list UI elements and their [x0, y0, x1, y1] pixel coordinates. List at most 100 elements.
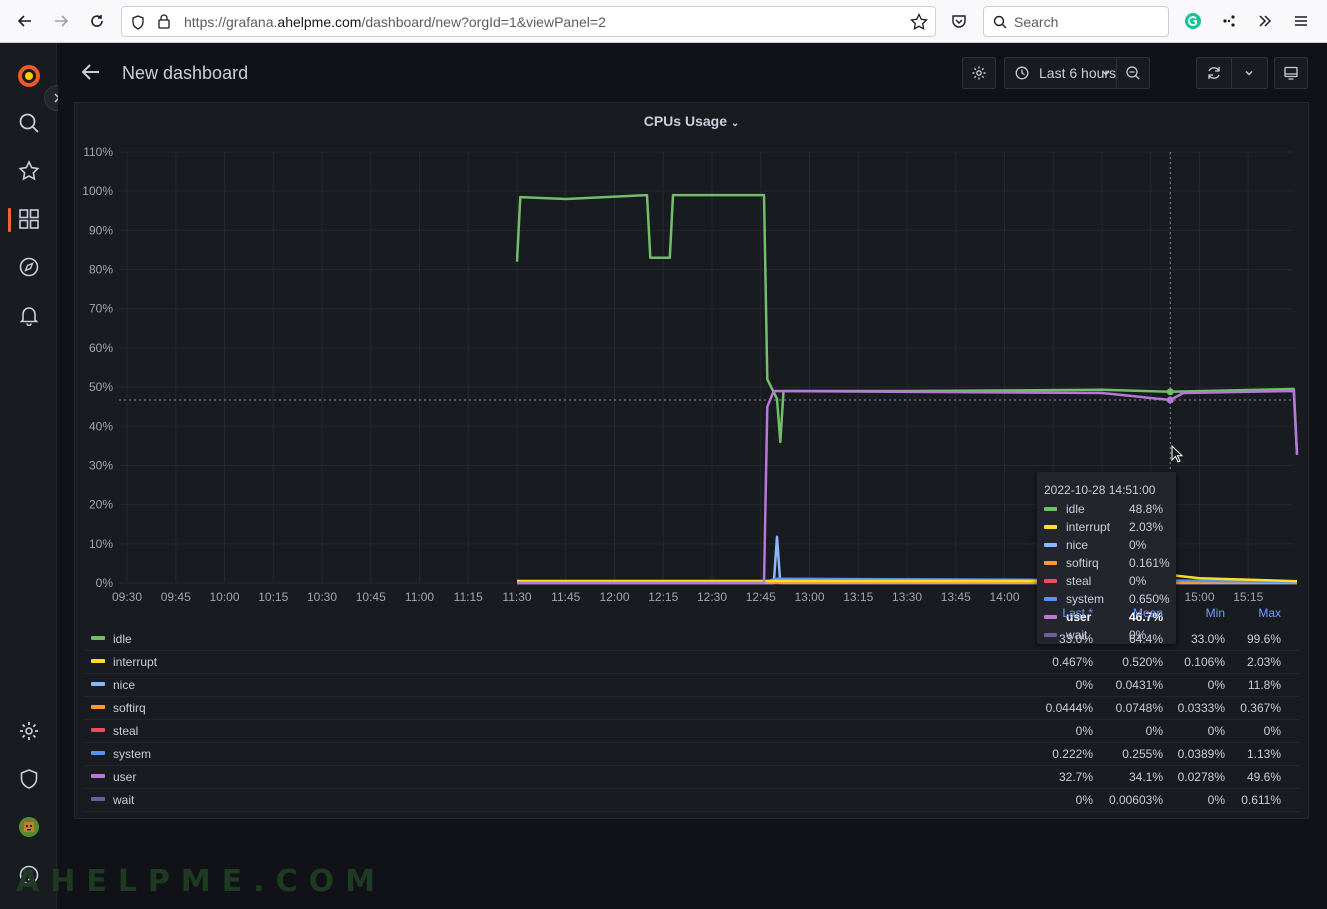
legend-min-value: 33.0%: [1190, 632, 1225, 646]
back-arrow-icon[interactable]: [12, 8, 38, 34]
x-tick-label: 10:00: [209, 590, 239, 603]
tv-mode-button[interactable]: [1274, 57, 1308, 89]
legend-series-name[interactable]: steal: [113, 724, 138, 738]
pocket-icon[interactable]: [946, 8, 972, 34]
legend-header-last[interactable]: Last *: [1015, 606, 1093, 620]
legend-series-name[interactable]: nice: [113, 678, 135, 692]
tooltip-series-value: 0.161%: [1129, 556, 1170, 570]
x-tick-label: 11:00: [405, 590, 434, 603]
legend-header-max[interactable]: Max: [1227, 606, 1281, 620]
x-tick-label: 15:00: [1184, 590, 1214, 603]
legend-row[interactable]: user 32.7% 34.1% 0.0278% 49.6%: [85, 766, 1300, 789]
grafana-logo-icon[interactable]: [14, 61, 44, 91]
series-color-swatch: [91, 636, 105, 640]
legend-max-value: 1.13%: [1246, 747, 1281, 761]
refresh-button[interactable]: [1196, 57, 1268, 89]
tooltip-row: nice 0%: [1044, 537, 1174, 555]
configuration-gear-icon[interactable]: [14, 716, 44, 746]
button-divider: [1116, 58, 1117, 88]
legend-row[interactable]: idle 33.0% 64.4% 33.0% 99.6%: [85, 628, 1300, 651]
legend-row[interactable]: nice 0% 0.0431% 0% 11.8%: [85, 674, 1300, 697]
star-bookmark-icon[interactable]: [910, 12, 928, 36]
x-tick-label: 13:30: [892, 590, 922, 603]
legend-mean-value: 64.4%: [1128, 632, 1163, 646]
legend-series-name[interactable]: user: [113, 770, 136, 784]
grammarly-extension-icon[interactable]: [1180, 8, 1206, 34]
legend-max-value: 11.8%: [1247, 678, 1281, 692]
legend-row[interactable]: interrupt 0.467% 0.520% 0.106% 2.03%: [85, 651, 1300, 674]
y-tick-label: 110%: [83, 145, 113, 159]
tooltip-time: 2022-10-28 14:51:00: [1044, 483, 1156, 497]
sync-icon: [1208, 67, 1220, 79]
legend-series-name[interactable]: system: [113, 747, 151, 761]
legend-max-value: 0.611%: [1241, 793, 1281, 807]
legend-series-name[interactable]: interrupt: [113, 655, 157, 669]
back-to-dashboard-button[interactable]: [80, 61, 102, 88]
monitor-icon: [1284, 66, 1298, 80]
legend-min-value: 0.106%: [1184, 655, 1225, 669]
legend-mean-value: 0.520%: [1122, 655, 1163, 669]
reload-icon[interactable]: [84, 8, 110, 34]
y-tick-label: 100%: [82, 184, 113, 198]
legend-max-value: 2.03%: [1246, 655, 1281, 669]
x-tick-label: 14:00: [989, 590, 1019, 603]
browser-search-box[interactable]: Search: [983, 6, 1169, 37]
legend-header-mean[interactable]: Mean: [1095, 606, 1163, 620]
legend-last-value: 0%: [1075, 678, 1093, 692]
chevron-down-icon[interactable]: [1244, 68, 1254, 78]
series-color-swatch: [1044, 543, 1057, 547]
x-tick-label: 13:00: [794, 590, 824, 603]
dashboards-icon[interactable]: [14, 204, 44, 234]
overflow-chevrons-icon[interactable]: [1252, 8, 1278, 34]
legend-min-value: 0.0389%: [1177, 747, 1225, 761]
lock-icon[interactable]: [158, 14, 170, 34]
search-placeholder: Search: [1014, 14, 1059, 30]
legend-max-value: 0%: [1263, 724, 1281, 738]
series-color-swatch: [1044, 507, 1057, 511]
starred-icon[interactable]: [14, 156, 44, 186]
alerting-bell-icon[interactable]: [14, 300, 44, 330]
tooltip-series-name: softirq: [1066, 556, 1099, 570]
time-range-picker[interactable]: Last 6 hours: [1004, 57, 1150, 89]
legend-max-value: 49.6%: [1246, 770, 1281, 784]
user-avatar[interactable]: [14, 812, 44, 842]
x-tick-label: 12:00: [599, 590, 629, 603]
side-nav: [0, 43, 57, 909]
address-bar[interactable]: https://grafana.ahelpme.com/dashboard/ne…: [121, 6, 936, 37]
legend-max-value: 0.367%: [1240, 701, 1281, 715]
legend-series-name[interactable]: wait: [113, 793, 134, 807]
series-color-swatch: [91, 774, 105, 778]
explore-compass-icon[interactable]: [14, 252, 44, 282]
legend-mean-value: 0.0748%: [1115, 701, 1163, 715]
dashboard-settings-button[interactable]: [962, 57, 996, 89]
y-axis: 0% 10% 20% 30% 40% 50% 60% 70% 80% 90% 100% 110%: [82, 145, 113, 590]
forward-arrow-icon[interactable]: [48, 8, 74, 34]
legend-mean-value: 0%: [1145, 724, 1163, 738]
series-color-swatch: [1044, 597, 1057, 601]
zoom-out-icon[interactable]: [1125, 65, 1141, 81]
hamburger-menu-icon[interactable]: [1288, 8, 1314, 34]
admin-shield-icon[interactable]: [14, 764, 44, 794]
legend-last-value: 0.467%: [1052, 655, 1093, 669]
y-tick-label: 60%: [89, 341, 113, 355]
tooltip-series-name: nice: [1066, 538, 1089, 552]
legend-last-value: 0%: [1075, 724, 1093, 738]
tooltip-row: interrupt 2.03%: [1044, 519, 1174, 537]
x-tick-label: 11:30: [502, 590, 531, 603]
legend-series-name[interactable]: idle: [113, 632, 132, 646]
x-tick-label: 10:15: [258, 590, 288, 603]
cog-icon: [972, 66, 986, 80]
legend-header-min[interactable]: Min: [1165, 606, 1225, 620]
series-color-swatch: [91, 705, 105, 709]
shield-icon[interactable]: [131, 15, 145, 35]
legend-series-name[interactable]: softirq: [113, 701, 146, 715]
x-tick-label: 12:45: [746, 590, 776, 603]
legend-min-value: 0.0278%: [1177, 770, 1225, 784]
y-tick-label: 20%: [89, 498, 113, 512]
extension-icon[interactable]: [1216, 8, 1242, 34]
legend-row[interactable]: system 0.222% 0.255% 0.0389% 1.13%: [85, 743, 1300, 766]
legend-row[interactable]: softirq 0.0444% 0.0748% 0.0333% 0.367%: [85, 697, 1300, 720]
search-icon[interactable]: [14, 108, 44, 138]
legend-row[interactable]: steal 0% 0% 0% 0%: [85, 720, 1300, 743]
legend-row[interactable]: wait 0% 0.00603% 0% 0.611%: [85, 789, 1300, 812]
